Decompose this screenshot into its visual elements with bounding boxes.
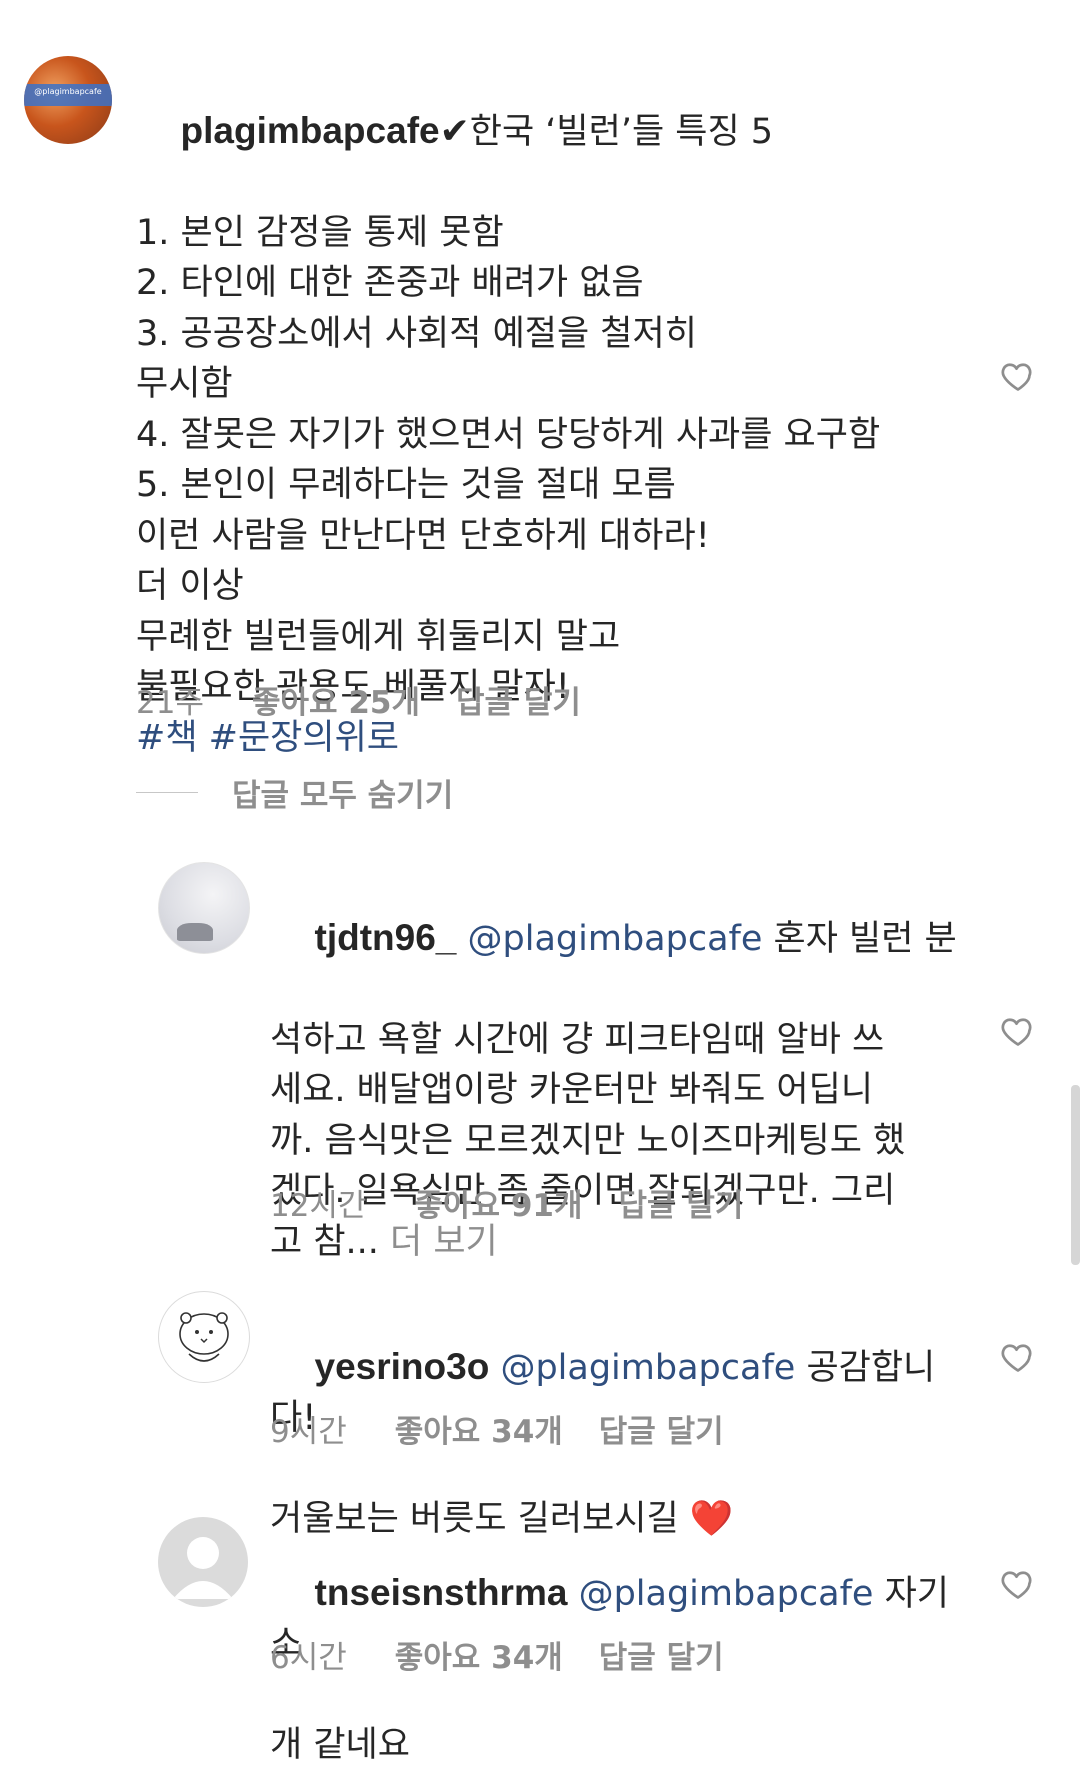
comment-meta: 6시간 좋아요 34개 답글 달기 [270, 1632, 724, 1677]
likes-count[interactable]: 좋아요 25개 [252, 677, 420, 722]
comment-line: 3. 공공장소에서 사회적 예절을 철저히 [136, 313, 697, 354]
like-heart-icon[interactable] [1000, 358, 1036, 394]
comment-time: 6시간 [270, 1640, 347, 1676]
hide-replies-button[interactable]: 답글 모두 숨기기 [136, 770, 453, 815]
comment-line: 무시함 [136, 364, 233, 404]
reply-button[interactable]: 답글 달기 [599, 1406, 724, 1451]
main-comment: plagimbapcafe✔한국 ‘빌런’들 특징 5 1. 본인 감정을 통제… [136, 55, 966, 763]
reply-button[interactable]: 답글 달기 [599, 1632, 724, 1677]
comment-line: 더 이상 [136, 566, 244, 606]
username[interactable]: tnseisnsthrma [315, 1572, 568, 1613]
avatar-watermark: @plagimbapcafe [34, 87, 102, 96]
likes-count[interactable]: 좋아요 34개 [395, 1632, 563, 1677]
comment-title: 한국 ‘빌런’들 특징 5 [469, 111, 774, 152]
comment-line: 5. 본인이 무례하다는 것을 절대 모름 [136, 465, 676, 505]
comment-text: 혼자 빌런 분 [762, 918, 957, 959]
verified-icon: ✔ [439, 110, 470, 152]
avatar[interactable] [158, 1291, 250, 1383]
like-heart-icon[interactable] [1000, 1013, 1036, 1049]
avatar[interactable] [158, 862, 250, 954]
mention-link[interactable]: @plagimbapcafe [468, 919, 763, 959]
comment-meta: 21주 좋아요 25개 답글 달기 [136, 677, 581, 722]
divider [136, 791, 198, 794]
comment-line: 석하고 욕할 시간에 걍 피크타임때 알바 쓰 [270, 1019, 885, 1060]
comment-line: 이런 사람을 만난다면 단호하게 대하라! [136, 515, 710, 556]
like-heart-icon[interactable] [1000, 1566, 1036, 1602]
hide-replies-label: 답글 모두 숨기기 [232, 778, 454, 814]
comment-time: 12시간 [270, 1188, 367, 1224]
comment-line: 까. 음식맛은 모르겠지만 노이즈마케팅도 했 [270, 1120, 906, 1161]
username[interactable]: plagimbapcafe [181, 110, 440, 151]
scrollbar[interactable] [1071, 1085, 1080, 1265]
comment-meta: 12시간 좋아요 91개 답글 달기 [270, 1180, 743, 1225]
like-heart-icon[interactable] [1000, 1339, 1036, 1375]
see-more-link[interactable]: 더 보기 [379, 1222, 498, 1262]
avatar[interactable] [158, 1517, 248, 1607]
mention-link[interactable]: @plagimbapcafe [500, 1348, 795, 1388]
reply-button[interactable]: 답글 달기 [456, 677, 581, 722]
mention-link[interactable]: @plagimbapcafe [579, 1574, 874, 1614]
username[interactable]: tjdtn96_ [315, 917, 457, 958]
comment-line: 개 같네요 [270, 1725, 410, 1765]
likes-count[interactable]: 좋아요 34개 [395, 1406, 563, 1451]
comment-line: 무례한 빌런들에게 휘둘리지 말고 [136, 616, 621, 657]
username[interactable]: yesrino3o [315, 1346, 490, 1387]
comment-line: 2. 타인에 대한 존중과 배려가 없음 [136, 263, 644, 303]
reply-button[interactable]: 답글 달기 [619, 1180, 744, 1225]
comment-time: 9시간 [270, 1414, 347, 1450]
bear-icon [179, 1312, 229, 1362]
comment-line: 1. 본인 감정을 통제 못함 [136, 212, 504, 253]
comment-meta: 9시간 좋아요 34개 답글 달기 [270, 1406, 724, 1451]
avatar[interactable]: @plagimbapcafe [24, 56, 112, 144]
default-avatar-icon [173, 1537, 233, 1599]
comment-line: 고 참... [270, 1221, 379, 1262]
comment-line: 세요. 배달앱이랑 카운터만 봐줘도 어딥니 [270, 1070, 874, 1110]
comment-time: 21주 [136, 685, 204, 721]
likes-count[interactable]: 좋아요 91개 [415, 1180, 583, 1225]
comment-line: 4. 잘못은 자기가 했으면서 당당하게 사과를 요구함 [136, 414, 881, 455]
